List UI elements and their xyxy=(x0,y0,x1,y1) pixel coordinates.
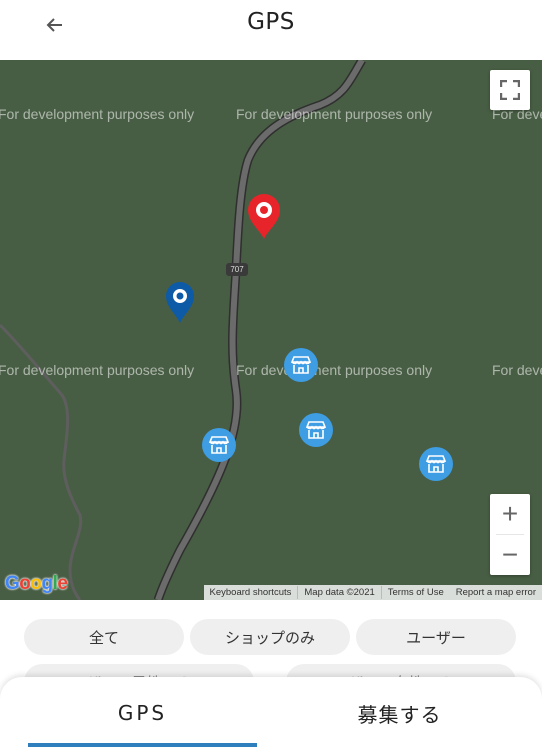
watermark-text: For development purposes only xyxy=(236,106,433,122)
shop-marker[interactable] xyxy=(299,413,333,447)
report-error-link[interactable]: Report a map error xyxy=(450,587,542,598)
terms-link[interactable]: Terms of Use xyxy=(382,587,450,598)
google-logo: Google xyxy=(5,573,68,594)
zoom-controls: + − xyxy=(490,494,530,575)
store-icon xyxy=(208,436,230,454)
shop-marker[interactable] xyxy=(202,428,236,462)
tab-gps[interactable]: GPS xyxy=(28,677,257,749)
tab-recruit[interactable]: 募集する xyxy=(285,677,514,749)
page-title: GPS xyxy=(247,9,295,35)
watermark-text: For development purposes only xyxy=(492,362,542,378)
map-data-text: Map data ©2021 xyxy=(304,587,375,598)
watermark-text: For development purposes only xyxy=(0,362,195,378)
keyboard-shortcuts-link[interactable]: Keyboard shortcuts xyxy=(204,587,298,598)
filter-all-chip[interactable]: 全て xyxy=(24,619,184,655)
app-header: GPS xyxy=(0,0,542,61)
fullscreen-icon xyxy=(500,80,520,100)
store-icon xyxy=(425,455,447,473)
watermark-text: For development purposes only xyxy=(236,362,433,378)
store-icon xyxy=(305,421,327,439)
map-pin-icon xyxy=(248,194,280,239)
filter-users-chip[interactable]: ユーザー xyxy=(356,619,516,655)
watermark-text: For development purposes only xyxy=(0,106,195,122)
map-roads xyxy=(0,60,366,600)
fullscreen-button[interactable] xyxy=(490,70,530,110)
zoom-in-button[interactable]: + xyxy=(490,494,530,534)
route-number-label: 707 xyxy=(226,263,248,276)
bottom-navigation: GPS 募集する xyxy=(0,677,542,749)
shop-marker[interactable] xyxy=(284,348,318,382)
zoom-out-button[interactable]: − xyxy=(490,535,530,575)
current-location-pin[interactable] xyxy=(246,192,282,244)
map-pin-icon xyxy=(166,282,194,323)
filter-shops-chip[interactable]: ショップのみ xyxy=(190,619,350,655)
active-tab-indicator xyxy=(28,743,257,747)
map-view[interactable]: For development purposes only For develo… xyxy=(0,60,542,600)
user-location-pin[interactable] xyxy=(164,280,196,328)
map-attribution: Keyboard shortcuts Map data ©2021 Terms … xyxy=(203,585,542,600)
store-icon xyxy=(290,356,312,374)
shop-marker[interactable] xyxy=(419,447,453,481)
